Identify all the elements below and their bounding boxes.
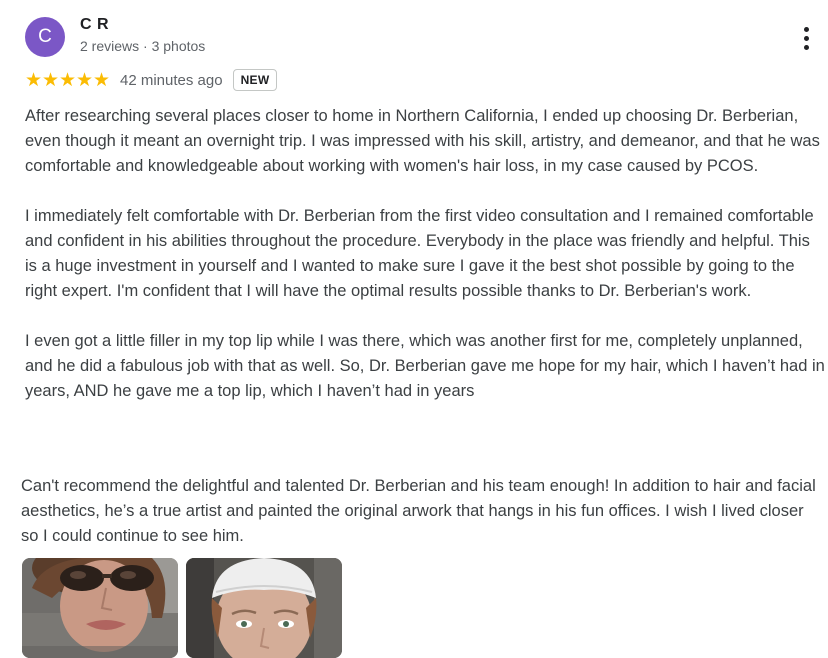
star-icon: ★ <box>93 69 111 91</box>
avatar-initial: C <box>38 26 52 47</box>
avatar[interactable]: C <box>25 17 65 57</box>
star-icon: ★ <box>42 69 60 91</box>
new-badge: NEW <box>232 69 278 91</box>
star-icon: ★ <box>59 69 77 91</box>
review-paragraph: I immediately felt comfortable with Dr. … <box>25 207 814 300</box>
review-closing-paragraph: Can't recommend the delightful and talen… <box>21 477 816 545</box>
review-paragraph: After researching several places closer … <box>25 107 820 175</box>
review-photo-1[interactable] <box>22 558 178 658</box>
star-icon: ★ <box>25 69 43 91</box>
review-photo-2[interactable] <box>186 558 342 658</box>
review-time: 42 minutes ago <box>120 71 223 89</box>
reviewer-meta: 2 reviews · 3 photos <box>80 38 206 54</box>
review-text: After researching several places closer … <box>25 104 825 404</box>
reviewer-name[interactable]: C R <box>80 16 109 34</box>
rating-row: ★ ★ ★ ★ ★ 42 minutes ago NEW <box>25 67 278 93</box>
review-paragraph: I even got a little filler in my top lip… <box>25 332 825 400</box>
more-vert-icon <box>803 26 809 32</box>
star-rating: ★ ★ ★ ★ ★ <box>25 71 110 90</box>
more-options-button[interactable] <box>793 23 819 53</box>
star-icon: ★ <box>76 69 94 91</box>
